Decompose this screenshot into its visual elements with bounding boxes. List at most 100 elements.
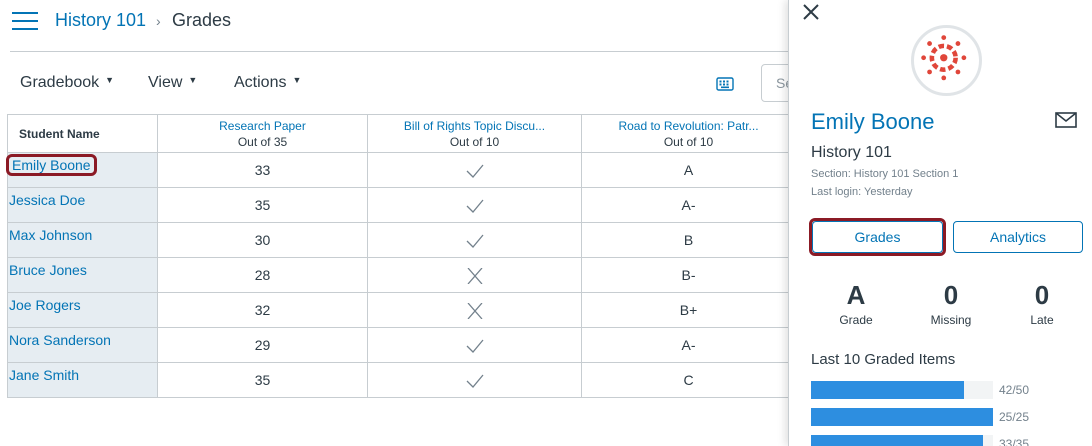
stat-late: 0 Late <box>1002 279 1082 327</box>
grade-cell[interactable] <box>367 152 582 188</box>
graded-item-bar <box>811 435 993 446</box>
student-name-link[interactable]: Max Johnson <box>9 227 92 243</box>
last-graded-items-title: Last 10 Graded Items <box>811 351 956 368</box>
tray-last-login: Last login: Yesterday <box>811 186 913 198</box>
actions-menu[interactable]: Actions ▼ <box>234 74 301 92</box>
student-name-link[interactable]: Jane Smith <box>9 367 79 383</box>
grade-cell[interactable] <box>367 222 582 258</box>
gradebook-menu-label: Gradebook <box>20 74 100 91</box>
tray-student-name-link[interactable]: Emily Boone <box>811 109 935 135</box>
grade-cell[interactable] <box>367 257 582 293</box>
student-name-link[interactable]: Jessica Doe <box>9 192 85 208</box>
student-name-link[interactable]: Bruce Jones <box>9 262 87 278</box>
analytics-button[interactable]: Analytics <box>953 221 1083 253</box>
tray-course-name: History 101 <box>811 144 892 161</box>
grade-cell[interactable]: C <box>581 362 796 398</box>
graded-item-bar <box>811 408 993 426</box>
grade-cell[interactable]: 32 <box>157 292 368 328</box>
student-name-cell[interactable]: Jessica Doe <box>7 187 158 223</box>
student-name-link[interactable]: Emily Boone <box>6 154 97 176</box>
student-name-header[interactable]: Student Name <box>7 114 158 153</box>
student-name-cell[interactable]: Nora Sanderson <box>7 327 158 363</box>
check-icon <box>466 199 483 213</box>
grade-cell[interactable]: 28 <box>157 257 368 293</box>
stat-value: A <box>846 280 866 310</box>
check-icon <box>466 164 483 178</box>
gradebook-grid: Student Name Research Paper Out of 35 Bi… <box>6 114 796 398</box>
grade-cell[interactable]: A- <box>581 187 796 223</box>
grade-cell[interactable]: 29 <box>157 327 368 363</box>
grade-cell[interactable]: B <box>581 222 796 258</box>
hamburger-menu-icon[interactable] <box>12 12 38 30</box>
grade-cell[interactable] <box>367 187 582 223</box>
check-icon <box>466 339 483 353</box>
student-name-cell[interactable]: Joe Rogers <box>7 292 158 328</box>
student-name-cell[interactable]: Max Johnson <box>7 222 158 258</box>
stat-missing: 0 Missing <box>911 279 991 327</box>
table-row: Bruce Jones 28 B- <box>7 257 796 293</box>
canvas-logo-icon <box>921 35 967 81</box>
stat-label: Missing <box>930 313 972 327</box>
student-name-link[interactable]: Nora Sanderson <box>9 332 111 348</box>
student-name-cell[interactable]: Jane Smith <box>7 362 158 398</box>
stat-value: 0 <box>943 280 959 310</box>
avatar <box>911 25 982 96</box>
breadcrumb-current-page: Grades <box>172 10 232 30</box>
grade-cell[interactable]: 35 <box>157 362 368 398</box>
grade-cell[interactable]: 30 <box>157 222 368 258</box>
grade-cell[interactable] <box>367 292 582 328</box>
table-row: Jessica Doe 35 A- <box>7 187 796 223</box>
caret-down-icon: ▼ <box>292 75 302 85</box>
column-points: Out of 10 <box>663 134 714 149</box>
table-row: Nora Sanderson 29 A- <box>7 327 796 363</box>
graded-item-score: 33/35 <box>999 437 1030 446</box>
stat-grade: A Grade <box>816 279 896 327</box>
actions-menu-label: Actions <box>234 74 287 91</box>
caret-down-icon: ▼ <box>105 75 115 85</box>
view-menu[interactable]: View ▼ <box>148 74 197 92</box>
graded-item-score: 42/50 <box>999 383 1030 397</box>
stat-label: Late <box>1030 313 1054 327</box>
grade-cell[interactable]: 33 <box>157 152 368 188</box>
graded-item-bar-fill <box>811 381 964 399</box>
stat-label: Grade <box>839 313 873 327</box>
grade-cell[interactable]: B+ <box>581 292 796 328</box>
breadcrumb-course-link[interactable]: History 101 <box>55 10 146 31</box>
student-name-link[interactable]: Joe Rogers <box>9 297 81 313</box>
close-icon[interactable] <box>801 2 821 22</box>
grade-cell[interactable] <box>367 327 582 363</box>
column-title[interactable]: Research Paper <box>158 118 367 134</box>
graded-item-bar-fill <box>811 435 983 446</box>
x-icon <box>467 267 482 284</box>
graded-item-bar-fill <box>811 408 993 426</box>
column-points: Out of 35 <box>237 134 288 149</box>
check-icon <box>466 374 483 388</box>
mail-icon[interactable] <box>1055 112 1077 128</box>
x-icon <box>467 302 482 319</box>
tray-section: Section: History 101 Section 1 <box>811 168 959 180</box>
grade-cell[interactable]: A- <box>581 327 796 363</box>
view-menu-label: View <box>148 74 183 91</box>
grades-button-highlight <box>809 218 946 256</box>
column-points: Out of 10 <box>449 134 500 149</box>
keyboard-icon[interactable] <box>716 77 734 91</box>
table-row: Emily Boone 33 A <box>6 152 796 188</box>
grade-cell[interactable]: 35 <box>157 187 368 223</box>
breadcrumb-separator: › <box>156 13 161 29</box>
column-header-road-to-revolution[interactable]: Road to Revolution: Patr... Out of 10 <box>581 114 796 153</box>
column-header-research-paper[interactable]: Research Paper Out of 35 <box>157 114 368 153</box>
header-divider <box>10 51 790 52</box>
graded-item-score: 25/25 <box>999 410 1030 424</box>
column-title[interactable]: Bill of Rights Topic Discu... <box>368 118 581 134</box>
student-name-cell[interactable]: Bruce Jones <box>7 257 158 293</box>
grade-cell[interactable]: B- <box>581 257 796 293</box>
table-row: Max Johnson 30 B <box>7 222 796 258</box>
caret-down-icon: ▼ <box>188 75 198 85</box>
grade-cell[interactable] <box>367 362 582 398</box>
gradebook-menu[interactable]: Gradebook ▼ <box>20 74 114 92</box>
student-name-cell[interactable]: Emily Boone <box>6 152 158 188</box>
column-header-bill-of-rights[interactable]: Bill of Rights Topic Discu... Out of 10 <box>367 114 582 153</box>
grade-cell[interactable]: A <box>581 152 796 188</box>
stat-value: 0 <box>1034 280 1050 310</box>
column-title[interactable]: Road to Revolution: Patr... <box>582 118 795 134</box>
